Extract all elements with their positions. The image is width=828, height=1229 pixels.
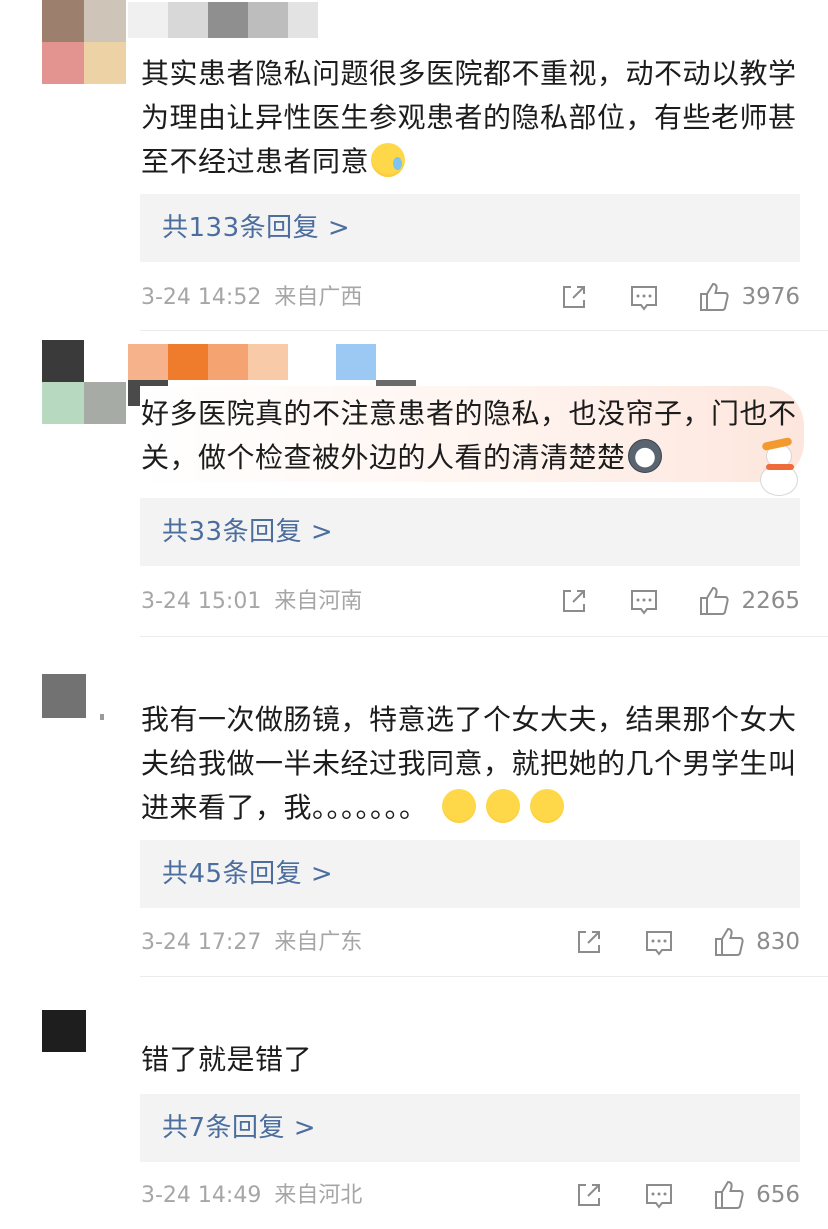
comment-text: 好多医院真的不注意患者的隐私，也没帘子，门也不关，做个检查被外边的人看的清清楚楚 bbox=[141, 397, 797, 474]
snowman-sticker-icon bbox=[752, 436, 808, 498]
sweat-smile-emoji-icon bbox=[371, 143, 406, 177]
divider bbox=[140, 636, 828, 637]
comment-actions: 2265 bbox=[557, 581, 800, 621]
username[interactable] bbox=[128, 2, 318, 38]
comment-actions: 830 bbox=[572, 922, 800, 962]
avatar[interactable] bbox=[42, 0, 126, 84]
comment-text: 错了就是错了 bbox=[141, 1043, 313, 1076]
like-icon[interactable] bbox=[697, 584, 731, 618]
comment-icon[interactable] bbox=[642, 925, 676, 959]
like-icon[interactable] bbox=[697, 280, 731, 314]
reply-box[interactable]: 共45条回复 > bbox=[140, 840, 800, 908]
like-count: 656 bbox=[756, 1182, 800, 1208]
comment-actions: 3976 bbox=[557, 277, 800, 317]
comment-meta: 3-24 14:49 来自河北 bbox=[141, 1181, 362, 1211]
reply-box[interactable]: 共33条回复 > bbox=[140, 498, 800, 566]
view-replies-link[interactable]: 共7条回复 > bbox=[162, 1110, 316, 1146]
view-replies-link[interactable]: 共33条回复 > bbox=[162, 514, 333, 550]
like-count: 3976 bbox=[741, 284, 800, 310]
comment-text: 其实患者隐私问题很多医院都不重视，动不动以教学为理由让异性医生参观患者的隐私部位… bbox=[141, 57, 797, 178]
timestamp: 3-24 17:27 bbox=[141, 930, 262, 955]
like-icon[interactable] bbox=[712, 1178, 746, 1212]
username-blur bbox=[100, 714, 104, 720]
avatar[interactable] bbox=[42, 1010, 86, 1052]
username[interactable] bbox=[128, 344, 420, 406]
reply-box[interactable]: 共7条回复 > bbox=[140, 1094, 800, 1162]
husky-emoji-icon bbox=[627, 439, 662, 473]
view-replies-link[interactable]: 共45条回复 > bbox=[162, 856, 333, 892]
laughing-crying-emoji-icon bbox=[529, 789, 564, 823]
comment-meta: 3-24 15:01 来自河南 bbox=[141, 587, 362, 617]
location: 来自河北 bbox=[274, 1183, 363, 1208]
share-icon[interactable] bbox=[557, 280, 591, 314]
laughing-crying-emoji-icon bbox=[485, 789, 520, 823]
timestamp: 3-24 15:01 bbox=[141, 589, 262, 614]
like-icon[interactable] bbox=[712, 925, 746, 959]
avatar[interactable] bbox=[42, 674, 86, 718]
comment-icon[interactable] bbox=[627, 280, 661, 314]
divider bbox=[140, 976, 828, 977]
share-icon[interactable] bbox=[557, 584, 591, 618]
comment-meta: 3-24 17:27 来自广东 bbox=[141, 928, 362, 958]
like-count: 830 bbox=[756, 929, 800, 955]
share-icon[interactable] bbox=[572, 925, 606, 959]
comment-actions: 656 bbox=[572, 1175, 800, 1215]
reply-box[interactable]: 共133条回复 > bbox=[140, 194, 800, 262]
timestamp: 3-24 14:49 bbox=[141, 1183, 262, 1208]
laughing-crying-emoji-icon bbox=[441, 789, 476, 823]
comment-text: 我有一次做肠镜，特意选了个女大夫，结果那个女大夫给我做一半未经过我同意，就把她的… bbox=[141, 703, 797, 824]
divider bbox=[140, 330, 828, 331]
avatar[interactable] bbox=[42, 340, 126, 424]
view-replies-link[interactable]: 共133条回复 > bbox=[162, 210, 350, 246]
like-count: 2265 bbox=[741, 588, 800, 614]
location: 来自河南 bbox=[274, 589, 363, 614]
comment-meta: 3-24 14:52 来自广西 bbox=[141, 283, 362, 313]
comment-icon[interactable] bbox=[642, 1178, 676, 1212]
location: 来自广东 bbox=[274, 930, 363, 955]
location: 来自广西 bbox=[274, 285, 363, 310]
timestamp: 3-24 14:52 bbox=[141, 285, 262, 310]
share-icon[interactable] bbox=[572, 1178, 606, 1212]
comment-icon[interactable] bbox=[627, 584, 661, 618]
